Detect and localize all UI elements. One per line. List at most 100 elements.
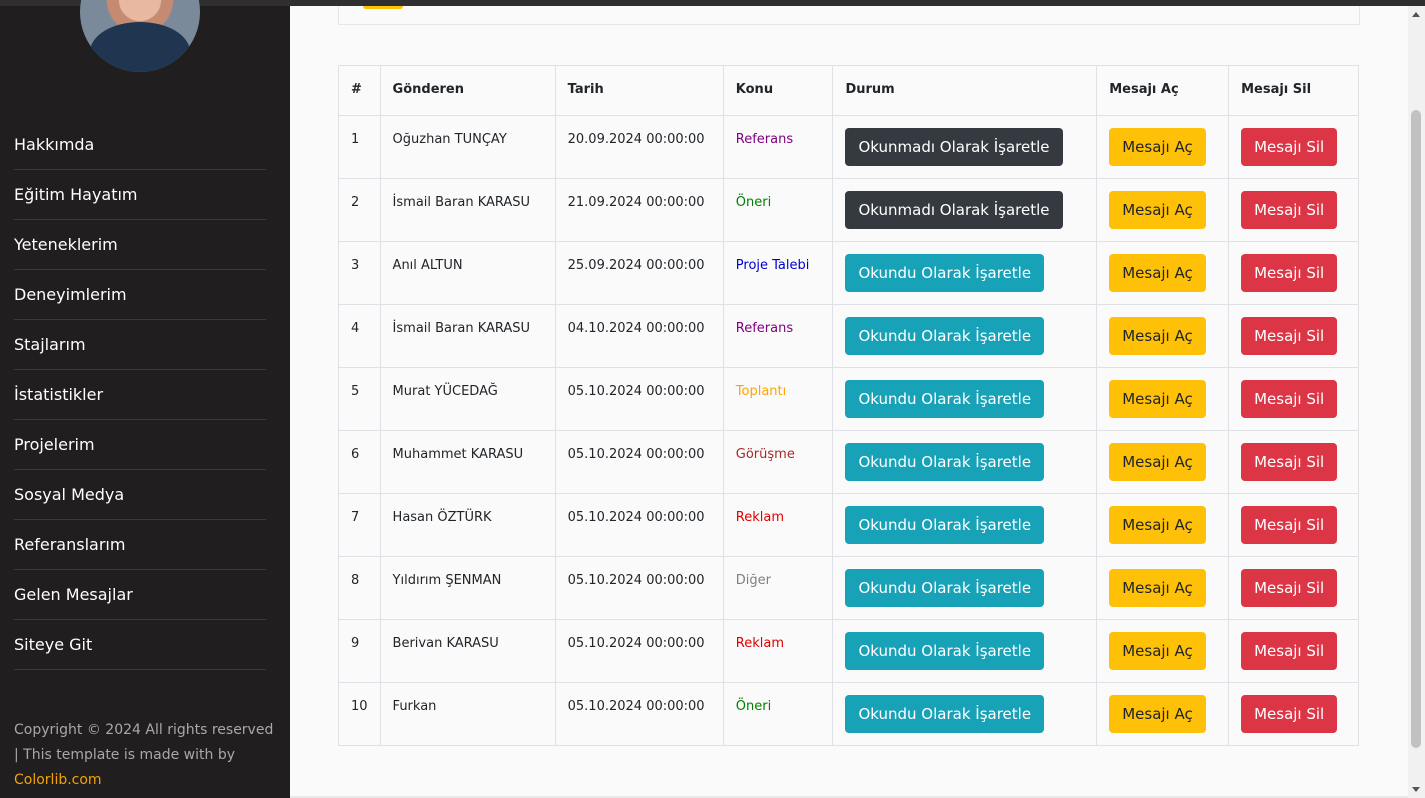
delete-message-button[interactable]: Mesajı Sil bbox=[1241, 191, 1338, 229]
row-status-cell: Okundu Olarak İşaretle bbox=[832, 556, 1098, 620]
open-message-button[interactable]: Mesajı Aç bbox=[1109, 128, 1206, 166]
row-number: 5 bbox=[338, 367, 381, 431]
mark-read-button[interactable]: Okundu Olarak İşaretle bbox=[845, 569, 1045, 607]
open-message-button[interactable]: Mesajı Aç bbox=[1109, 695, 1206, 733]
open-message-button[interactable]: Mesajı Aç bbox=[1109, 254, 1206, 292]
footer-copyright: Copyright © 2024 All rights reserved bbox=[14, 722, 274, 738]
sidebar: Hakkımda Eğitim Hayatım Yeteneklerim Den… bbox=[0, 0, 290, 798]
row-subject: Görüşme bbox=[722, 430, 834, 494]
sidebar-item-gelen-mesajlar[interactable]: Gelen Mesajlar bbox=[14, 570, 266, 620]
delete-message-button[interactable]: Mesajı Sil bbox=[1241, 380, 1338, 418]
row-status-cell: Okunmadı Olarak İşaretle bbox=[832, 115, 1098, 179]
row-number: 6 bbox=[338, 430, 381, 494]
delete-message-button[interactable]: Mesajı Sil bbox=[1241, 443, 1338, 481]
open-message-button[interactable]: Mesajı Aç bbox=[1109, 632, 1206, 670]
avatar bbox=[80, 0, 200, 72]
mark-read-button[interactable]: Okundu Olarak İşaretle bbox=[845, 695, 1045, 733]
row-delete-cell: Mesajı Sil bbox=[1228, 115, 1359, 179]
row-delete-cell: Mesajı Sil bbox=[1228, 367, 1359, 431]
sidebar-item-yeteneklerim[interactable]: Yeteneklerim bbox=[14, 220, 266, 270]
sidebar-item-referanslarim[interactable]: Referanslarım bbox=[14, 520, 266, 570]
table-row: 4 İsmail Baran KARASU 04.10.2024 00:00:00 R… bbox=[338, 304, 1359, 368]
open-message-button[interactable]: Mesajı Aç bbox=[1109, 380, 1206, 418]
row-date: 05.10.2024 00:00:00 bbox=[554, 682, 724, 746]
col-header-status: Durum bbox=[832, 65, 1098, 116]
sidebar-item-stajlarim[interactable]: Stajlarım bbox=[14, 320, 266, 370]
mark-unread-button[interactable]: Okunmadı Olarak İşaretle bbox=[845, 128, 1063, 166]
footer-brand-link[interactable]: Colorlib.com bbox=[14, 768, 274, 793]
scrollbar[interactable] bbox=[1408, 6, 1425, 798]
table-row: 2 İsmail Baran KARASU 21.09.2024 00:00:00 Ö… bbox=[338, 178, 1359, 242]
row-date: 04.10.2024 00:00:00 bbox=[554, 304, 724, 368]
open-message-button[interactable]: Mesajı Aç bbox=[1109, 443, 1206, 481]
row-date: 05.10.2024 00:00:00 bbox=[554, 493, 724, 557]
mark-read-button[interactable]: Okundu Olarak İşaretle bbox=[845, 380, 1045, 418]
sidebar-item-projelerim[interactable]: Projelerim bbox=[14, 420, 266, 470]
open-message-button[interactable]: Mesajı Aç bbox=[1109, 191, 1206, 229]
table-row: 6 Muhammet KARASU 05.10.2024 00:00:00 Görüş… bbox=[338, 430, 1359, 494]
open-message-button[interactable]: Mesajı Aç bbox=[1109, 569, 1206, 607]
row-subject: Öneri bbox=[722, 178, 834, 242]
row-date: 05.10.2024 00:00:00 bbox=[554, 367, 724, 431]
sidebar-item-sosyal-medya[interactable]: Sosyal Medya bbox=[14, 470, 266, 520]
row-date: 05.10.2024 00:00:00 bbox=[554, 556, 724, 620]
row-subject: Referans bbox=[722, 115, 834, 179]
avatar-shirt bbox=[90, 22, 190, 72]
row-open-cell: Mesajı Aç bbox=[1096, 430, 1230, 494]
sidebar-item-siteye-git[interactable]: Siteye Git bbox=[14, 620, 266, 670]
delete-message-button[interactable]: Mesajı Sil bbox=[1241, 254, 1338, 292]
row-status-cell: Okundu Olarak İşaretle bbox=[832, 430, 1098, 494]
row-delete-cell: Mesajı Sil bbox=[1228, 430, 1359, 494]
sidebar-item-istatistikler[interactable]: İstatistikler bbox=[14, 370, 266, 420]
row-status-cell: Okundu Olarak İşaretle bbox=[832, 682, 1098, 746]
delete-message-button[interactable]: Mesajı Sil bbox=[1241, 569, 1338, 607]
row-subject: Referans bbox=[722, 304, 834, 368]
row-open-cell: Mesajı Aç bbox=[1096, 115, 1230, 179]
row-date: 21.09.2024 00:00:00 bbox=[554, 178, 724, 242]
row-sender: İsmail Baran KARASU bbox=[379, 178, 556, 242]
mark-read-button[interactable]: Okundu Olarak İşaretle bbox=[845, 632, 1045, 670]
table-row: 9 Berivan KARASU 05.10.2024 00:00:00 Reklam… bbox=[338, 619, 1359, 683]
mark-read-button[interactable]: Okundu Olarak İşaretle bbox=[845, 254, 1045, 292]
row-delete-cell: Mesajı Sil bbox=[1228, 493, 1359, 557]
row-delete-cell: Mesajı Sil bbox=[1228, 304, 1359, 368]
row-sender: Anıl ALTUN bbox=[379, 241, 556, 305]
delete-message-button[interactable]: Mesajı Sil bbox=[1241, 632, 1338, 670]
row-delete-cell: Mesajı Sil bbox=[1228, 682, 1359, 746]
delete-message-button[interactable]: Mesajı Sil bbox=[1241, 317, 1338, 355]
row-delete-cell: Mesajı Sil bbox=[1228, 619, 1359, 683]
footer-template-note: | This template is made with by bbox=[14, 747, 235, 763]
mark-read-button[interactable]: Okundu Olarak İşaretle bbox=[845, 506, 1045, 544]
delete-message-button[interactable]: Mesajı Sil bbox=[1241, 128, 1338, 166]
scrollbar-thumb[interactable] bbox=[1411, 110, 1421, 748]
mark-read-button[interactable]: Okundu Olarak İşaretle bbox=[845, 317, 1045, 355]
col-header-date: Tarih bbox=[554, 65, 724, 116]
col-header-subject: Konu bbox=[722, 65, 834, 116]
row-number: 9 bbox=[338, 619, 381, 683]
row-open-cell: Mesajı Aç bbox=[1096, 682, 1230, 746]
open-message-button[interactable]: Mesajı Aç bbox=[1109, 317, 1206, 355]
scroll-down-arrow-icon[interactable] bbox=[1412, 787, 1420, 792]
row-date: 20.09.2024 00:00:00 bbox=[554, 115, 724, 179]
sidebar-item-egitim-hayatim[interactable]: Eğitim Hayatım bbox=[14, 170, 266, 220]
row-date: 25.09.2024 00:00:00 bbox=[554, 241, 724, 305]
row-subject: Reklam bbox=[722, 493, 834, 557]
main-content: # Gönderen Tarih Konu Durum Mesajı Aç Me… bbox=[290, 6, 1408, 796]
table-row: 10 Furkan 05.10.2024 00:00:00 Öneri Okundu O… bbox=[338, 682, 1359, 746]
table-row: 8 Yıldırım ŞENMAN 05.10.2024 00:00:00 Diğer… bbox=[338, 556, 1359, 620]
row-sender: Berivan KARASU bbox=[379, 619, 556, 683]
table-row: 3 Anıl ALTUN 25.09.2024 00:00:00 Proje Tale… bbox=[338, 241, 1359, 305]
top-card-badge bbox=[363, 6, 403, 9]
row-delete-cell: Mesajı Sil bbox=[1228, 556, 1359, 620]
row-sender: Hasan ÖZTÜRK bbox=[379, 493, 556, 557]
row-sender: Muhammet KARASU bbox=[379, 430, 556, 494]
mark-read-button[interactable]: Okundu Olarak İşaretle bbox=[845, 443, 1045, 481]
scroll-up-arrow-icon[interactable] bbox=[1412, 12, 1420, 17]
sidebar-item-deneyimlerim[interactable]: Deneyimlerim bbox=[14, 270, 266, 320]
delete-message-button[interactable]: Mesajı Sil bbox=[1241, 695, 1338, 733]
delete-message-button[interactable]: Mesajı Sil bbox=[1241, 506, 1338, 544]
open-message-button[interactable]: Mesajı Aç bbox=[1109, 506, 1206, 544]
sidebar-item-hakkimda[interactable]: Hakkımda bbox=[14, 120, 266, 170]
table-row: 7 Hasan ÖZTÜRK 05.10.2024 00:00:00 Reklam Ok… bbox=[338, 493, 1359, 557]
mark-unread-button[interactable]: Okunmadı Olarak İşaretle bbox=[845, 191, 1063, 229]
